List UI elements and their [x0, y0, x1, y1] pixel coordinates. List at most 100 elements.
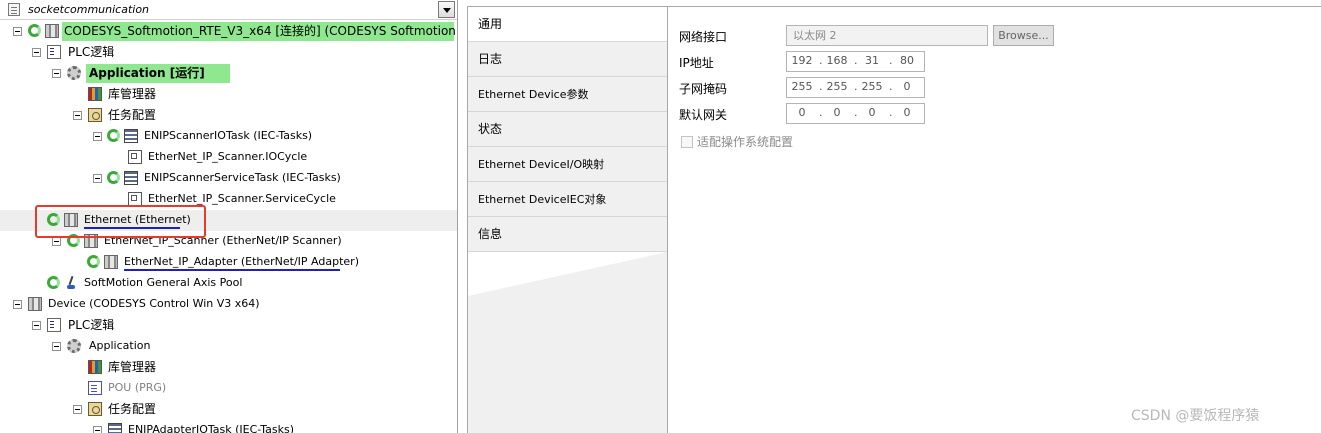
tab-general[interactable]: 通用	[468, 7, 667, 42]
run-status-icon	[28, 24, 41, 37]
tree-item-label: Application	[89, 339, 151, 352]
gateway-octet: 0	[868, 106, 876, 119]
run-status-icon	[107, 171, 120, 184]
subnet-mask-label: 子网掩码	[679, 82, 728, 96]
collapse-icon[interactable]	[93, 174, 102, 183]
collapse-icon[interactable]	[32, 48, 41, 57]
project-icon	[8, 3, 20, 16]
tree-item-axis-pool[interactable]: SoftMotion General Axis Pool	[0, 273, 300, 293]
task-icon	[124, 129, 138, 143]
watermark: CSDN @要饭程序猿	[1131, 408, 1260, 424]
tab-log[interactable]: 日志	[468, 42, 667, 77]
subnet-octet: 255	[791, 80, 813, 93]
adapt-os-config-checkbox[interactable]	[681, 136, 693, 148]
adapt-os-config-label: 适配操作系统配置	[697, 135, 794, 149]
collapse-icon[interactable]	[73, 111, 82, 120]
callout-box	[35, 205, 206, 238]
tree-item-label: SoftMotion General Axis Pool	[84, 276, 243, 289]
tree-item-library-manager[interactable]: 库管理器	[0, 84, 300, 104]
tree-item-task[interactable]: ENIPScannerIOTask (IEC-Tasks)	[0, 126, 340, 146]
tree-item-label: POU (PRG)	[108, 381, 167, 394]
tree-item-library-manager[interactable]: 库管理器	[0, 357, 300, 377]
tree-item-task-config[interactable]: 任务配置	[0, 105, 300, 125]
default-gateway-field[interactable]: 0 . 0 . 0 . 0	[786, 103, 925, 124]
plc-logic-icon	[47, 318, 61, 332]
gateway-octet: 0	[903, 106, 911, 119]
tree-item-label: ENIPScannerServiceTask (IEC-Tasks)	[144, 171, 341, 184]
application-gear-icon	[67, 339, 81, 353]
tree-item-label: 库管理器	[108, 87, 157, 101]
gateway-octet: 0	[833, 106, 841, 119]
application-gear-icon	[67, 66, 81, 80]
tree-item-label: Device (CODESYS Control Win V3 x64)	[48, 297, 260, 310]
tree-item-task[interactable]: ENIPScannerServiceTask (IEC-Tasks)	[0, 168, 341, 188]
tree-item-label: EtherNet_IP_Scanner.IOCycle	[148, 150, 308, 163]
tree-item-plc-logic[interactable]: PLC逻辑	[0, 42, 300, 62]
tree-item-pou[interactable]: POU (PRG)	[0, 378, 300, 398]
tab-iec-objects[interactable]: Ethernet DeviceIEC对象	[468, 182, 667, 217]
network-interface-label: 网络接口	[679, 30, 728, 44]
browse-button[interactable]: Browse...	[993, 25, 1054, 46]
tree-item-device-control-win[interactable]: Device (CODESYS Control Win V3 x64)	[0, 294, 300, 314]
tree-item-label: ENIPAdapterIOTask (IEC-Tasks)	[128, 423, 295, 433]
tree-item-program-call[interactable]: EtherNet_IP_Scanner.IOCycle	[0, 147, 340, 167]
run-status-icon	[47, 276, 60, 289]
ip-address-field[interactable]: 192 . 168 . 31 . 80	[786, 51, 925, 72]
collapse-icon[interactable]	[52, 237, 61, 246]
project-name: socketcommunication	[28, 3, 150, 16]
project-selector[interactable]: socketcommunication	[0, 0, 457, 20]
device-tree-pane[interactable]: socketcommunication CODESYS_Softmotion_R…	[0, 0, 458, 433]
tree-item-application[interactable]: Application [运行]	[0, 63, 300, 83]
collapse-icon[interactable]	[13, 27, 22, 36]
adapter-device-icon	[104, 255, 118, 269]
task-icon	[108, 423, 122, 433]
library-manager-icon	[88, 87, 102, 101]
device-icon	[28, 297, 42, 311]
run-status-icon	[87, 255, 100, 268]
ip-octet: 31	[865, 54, 879, 67]
collapse-icon[interactable]	[93, 426, 102, 433]
collapse-icon[interactable]	[32, 321, 41, 330]
collapse-icon[interactable]	[52, 342, 61, 351]
collapse-icon[interactable]	[13, 300, 22, 309]
program-call-icon	[128, 192, 142, 206]
ip-octet: 192	[791, 54, 813, 67]
tree-item-label: 库管理器	[108, 360, 157, 374]
tree-item-plc-logic[interactable]: PLC逻辑	[0, 315, 300, 335]
task-icon	[124, 171, 138, 185]
subnet-octet: 255	[861, 80, 883, 93]
network-interface-field[interactable]: 以太网 2	[786, 25, 988, 46]
collapse-icon[interactable]	[52, 69, 61, 78]
collapse-icon[interactable]	[73, 405, 82, 414]
tab-strip-fold	[468, 252, 667, 433]
tree-item-label: Application [运行]	[89, 66, 205, 80]
ip-octet: 168	[826, 54, 848, 67]
subnet-octet: 0	[903, 80, 911, 93]
run-status-icon	[107, 129, 120, 142]
underline	[124, 269, 340, 271]
tree-item-label: 任务配置	[108, 108, 157, 122]
tab-information[interactable]: 信息	[468, 217, 667, 252]
tree-item-enip-adapter[interactable]: EtherNet_IP_Adapter (EtherNet/IP Adapter…	[0, 252, 360, 272]
tree-item-task[interactable]: ENIPAdapterIOTask (IEC-Tasks)	[0, 420, 340, 433]
tree-item-label: CODESYS_Softmotion_RTE_V3_x64 [连接的] (COD…	[64, 24, 457, 38]
collapse-icon[interactable]	[93, 132, 102, 141]
tree-item-label: 任务配置	[108, 402, 157, 416]
tree-item-task-config[interactable]: 任务配置	[0, 399, 300, 419]
task-config-icon	[88, 402, 102, 416]
tab-ethernet-device-params[interactable]: Ethernet Device参数	[468, 77, 667, 112]
tab-io-mapping[interactable]: Ethernet DeviceI/O映射	[468, 147, 667, 182]
tree-item-device-softmotion[interactable]: CODESYS_Softmotion_RTE_V3_x64 [连接的] (COD…	[0, 21, 457, 41]
tab-status[interactable]: 状态	[468, 112, 667, 147]
plc-logic-icon	[47, 45, 61, 59]
tree-item-application[interactable]: Application	[0, 336, 300, 356]
tree-item-label: ENIPScannerIOTask (IEC-Tasks)	[144, 129, 313, 142]
subnet-mask-field[interactable]: 255 . 255 . 255 . 0	[786, 77, 925, 98]
tree-item-label: PLC逻辑	[68, 318, 115, 332]
device-icon	[45, 24, 59, 38]
library-manager-icon	[88, 360, 102, 374]
tree-item-label: PLC逻辑	[68, 45, 115, 59]
ip-octet: 80	[900, 54, 914, 67]
chevron-down-icon[interactable]	[438, 1, 455, 18]
ip-address-label: IP地址	[679, 56, 714, 70]
